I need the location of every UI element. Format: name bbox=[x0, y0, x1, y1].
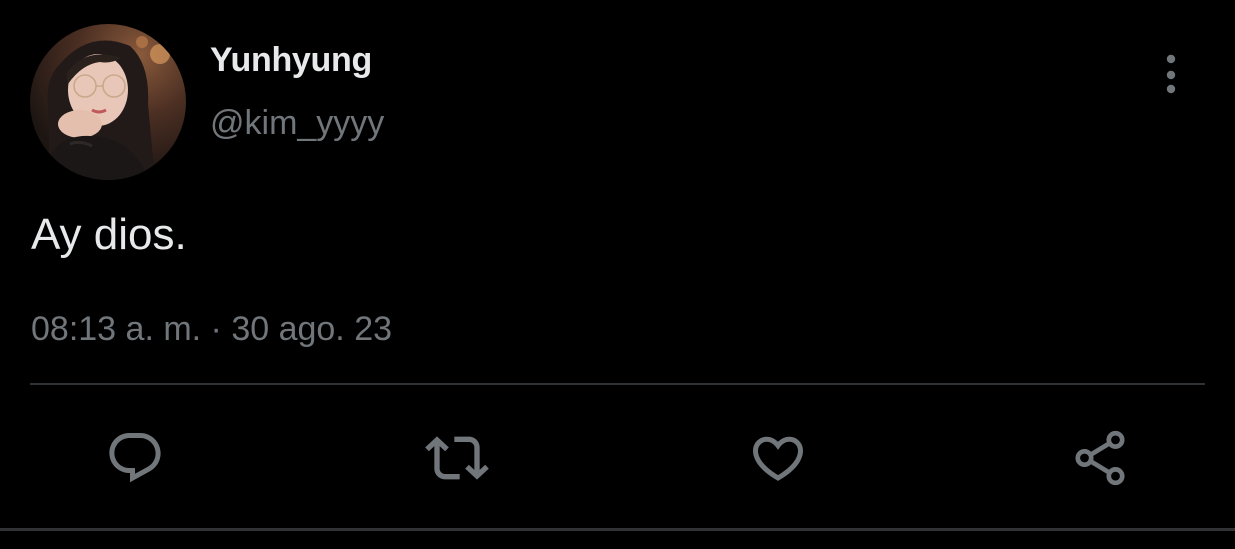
share-icon bbox=[1075, 430, 1125, 486]
divider bbox=[0, 528, 1235, 531]
retweet-icon bbox=[425, 436, 489, 480]
display-name[interactable]: Yunhyung bbox=[210, 40, 372, 80]
more-vertical-icon bbox=[1166, 54, 1176, 94]
user-handle[interactable]: @kim_yyyy bbox=[210, 102, 384, 144]
share-button[interactable] bbox=[1060, 418, 1140, 498]
avatar-image bbox=[30, 24, 186, 180]
retweet-button[interactable] bbox=[417, 418, 497, 498]
reply-icon bbox=[109, 433, 161, 483]
tweet-timestamp[interactable]: 08:13 a. m. · 30 ago. 23 bbox=[31, 308, 392, 350]
tweet-text: Ay dios. bbox=[31, 210, 187, 259]
avatar[interactable] bbox=[30, 24, 186, 180]
more-options-button[interactable] bbox=[1150, 50, 1194, 100]
like-button[interactable] bbox=[738, 418, 818, 498]
divider bbox=[30, 383, 1205, 385]
heart-icon bbox=[752, 436, 804, 481]
reply-button[interactable] bbox=[95, 418, 175, 498]
action-bar bbox=[0, 400, 1235, 520]
tweet-detail: Yunhyung @kim_yyyy Ay dios. 08:13 a. m. … bbox=[0, 0, 1235, 549]
